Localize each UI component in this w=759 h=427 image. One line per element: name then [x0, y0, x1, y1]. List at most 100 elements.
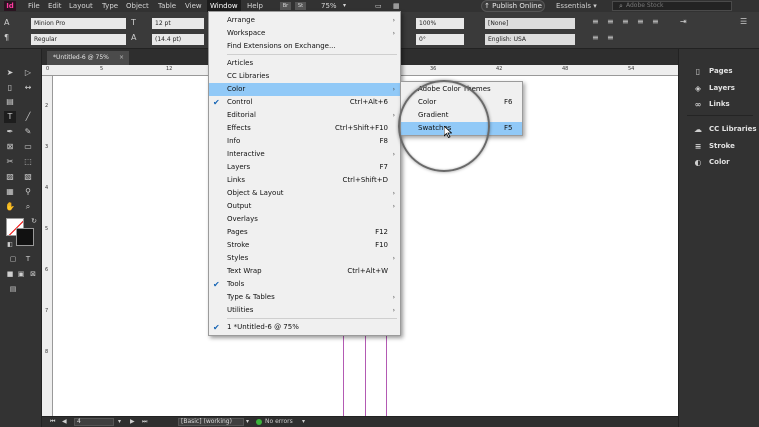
menu-layout[interactable]: Layout	[66, 0, 96, 12]
preflight-profile-field[interactable]: [Basic] (working)	[178, 418, 244, 426]
pen-tool-icon[interactable]: ✒	[4, 126, 16, 138]
vertical-ruler[interactable]: 2 3 4 5 6 7 8	[42, 76, 53, 416]
font-family-field[interactable]: Minion Pro	[31, 18, 126, 29]
rectangle-tool-icon[interactable]: ▭	[22, 141, 34, 153]
close-icon[interactable]: ×	[119, 51, 124, 65]
align-center-icon[interactable]: ≡	[607, 17, 614, 27]
chevron-down-icon[interactable]: ▾	[118, 417, 121, 427]
panel-menu-icon[interactable]: ☰	[740, 17, 747, 27]
window-menu-links[interactable]: Links Ctrl+Shift+D	[209, 174, 400, 187]
window-menu-info[interactable]: Info F8	[209, 135, 400, 148]
leading-field[interactable]: (14.4 pt)	[152, 34, 204, 45]
menu-object[interactable]: Object	[123, 0, 152, 12]
page-number-field[interactable]: 4	[74, 418, 114, 426]
align-left-icon[interactable]: ≡	[592, 17, 599, 27]
free-transform-tool-icon[interactable]: ⬚	[22, 156, 34, 168]
document-tab[interactable]: *Untitled-6 @ 75% ×	[47, 51, 129, 65]
window-menu-interactive[interactable]: Interactive ›	[209, 148, 400, 161]
stock-search-input[interactable]: Adobe Stock	[612, 1, 732, 11]
paragraph-mode-icon[interactable]: ¶	[4, 33, 9, 43]
window-menu-editorial[interactable]: Editorial ›	[209, 109, 400, 122]
apply-gradient-icon[interactable]: ▣	[15, 268, 27, 280]
window-menu-effects[interactable]: Effects Ctrl+Shift+F10	[209, 122, 400, 135]
character-mode-icon[interactable]: A	[4, 18, 9, 28]
horizontal-scale-field[interactable]: 100%	[416, 18, 464, 29]
menu-type[interactable]: Type	[99, 0, 121, 12]
window-menu-overlays[interactable]: Overlays	[209, 213, 400, 226]
next-page-icon[interactable]: ▶	[130, 417, 135, 427]
page-tool-icon[interactable]: ▯	[4, 82, 16, 94]
stroke-swatch[interactable]	[16, 228, 34, 246]
direct-selection-tool-icon[interactable]: ▷	[22, 67, 34, 79]
first-page-icon[interactable]: ⏮	[50, 417, 55, 427]
pencil-tool-icon[interactable]: ✎	[22, 126, 34, 138]
window-menu-output[interactable]: Output ›	[209, 200, 400, 213]
window-menu-find-extensions[interactable]: Find Extensions on Exchange...	[209, 40, 400, 53]
dock-item-pages[interactable]: ▯ Pages	[679, 64, 759, 79]
font-style-field[interactable]: Regular	[31, 34, 126, 45]
dock-item-layers[interactable]: ◈ Layers	[679, 81, 759, 96]
line-tool-icon[interactable]: ╱	[22, 111, 34, 123]
dock-item-color[interactable]: ◐ Color	[679, 155, 759, 170]
window-menu-styles[interactable]: Styles ›	[209, 252, 400, 265]
window-menu-open-document[interactable]: ✔ 1 *Untitled-6 @ 75%	[209, 321, 400, 334]
window-menu-object-layout[interactable]: Object & Layout ›	[209, 187, 400, 200]
skew-field[interactable]: 0°	[416, 34, 464, 45]
eyedropper-tool-icon[interactable]: ⚲	[22, 186, 34, 198]
window-menu-text-wrap[interactable]: Text Wrap Ctrl+Alt+W	[209, 265, 400, 278]
window-menu-articles[interactable]: Articles	[209, 57, 400, 70]
zoom-tool-icon[interactable]: ⌕	[22, 201, 34, 213]
align-away-spine-icon[interactable]: ≡	[607, 33, 614, 43]
language-field[interactable]: English: USA	[485, 34, 575, 45]
prev-page-icon[interactable]: ◀	[62, 417, 67, 427]
window-menu-layers[interactable]: Layers F7	[209, 161, 400, 174]
bridge-badge[interactable]: Br	[280, 2, 291, 10]
gradient-feather-tool-icon[interactable]: ▧	[22, 171, 34, 183]
dock-item-stroke[interactable]: ≡ Stroke	[679, 139, 759, 154]
justify-icon[interactable]: ≡	[637, 17, 644, 27]
window-menu-workspace[interactable]: Workspace ›	[209, 27, 400, 40]
formatting-text-icon[interactable]: T	[22, 253, 34, 265]
window-menu-type-tables[interactable]: Type & Tables ›	[209, 291, 400, 304]
content-collector-icon[interactable]: ▤	[4, 96, 16, 108]
indent-icon[interactable]: ⇥	[680, 17, 687, 27]
stock-badge[interactable]: St	[295, 2, 306, 10]
character-style-field[interactable]: [None]	[485, 18, 575, 29]
menu-edit[interactable]: Edit	[45, 0, 65, 12]
note-tool-icon[interactable]: ▦	[4, 186, 16, 198]
chevron-down-icon[interactable]: ▾	[302, 417, 305, 427]
dock-item-links[interactable]: ∞ Links	[679, 97, 759, 112]
swap-fill-stroke-icon[interactable]: ↻	[28, 215, 40, 227]
window-menu-arrange[interactable]: Arrange ›	[209, 14, 400, 27]
window-menu-tools[interactable]: ✔ Tools	[209, 278, 400, 291]
workspace-switcher[interactable]: Essentials ▾	[556, 0, 597, 12]
screen-mode-icon[interactable]: ▤	[7, 283, 19, 295]
rectangle-frame-tool-icon[interactable]: ⊠	[4, 141, 16, 153]
selection-tool-icon[interactable]: ➤	[4, 67, 16, 79]
dock-item-cc-libraries[interactable]: ☁ CC Libraries	[679, 122, 759, 137]
preflight-errors[interactable]: No errors	[265, 417, 293, 427]
window-menu-utilities[interactable]: Utilities ›	[209, 304, 400, 317]
publish-online-button[interactable]: ↑ Publish Online	[481, 0, 545, 12]
gap-tool-icon[interactable]: ↔	[22, 82, 34, 94]
window-menu-cc-libraries[interactable]: CC Libraries	[209, 70, 400, 83]
type-tool-icon[interactable]: T	[4, 111, 16, 123]
font-size-field[interactable]: 12 pt	[152, 18, 204, 29]
window-menu-control[interactable]: ✔ Control Ctrl+Alt+6	[209, 96, 400, 109]
window-menu-pages[interactable]: Pages F12	[209, 226, 400, 239]
menu-file[interactable]: File	[25, 0, 43, 12]
justify-all-icon[interactable]: ≡	[652, 17, 659, 27]
align-towards-spine-icon[interactable]: ≡	[592, 33, 599, 43]
last-page-icon[interactable]: ⏭	[142, 417, 147, 427]
apply-none-icon[interactable]: ⊠	[27, 268, 39, 280]
gradient-swatch-tool-icon[interactable]: ▨	[4, 171, 16, 183]
menu-view[interactable]: View	[182, 0, 205, 12]
window-menu-color[interactable]: Color ›	[209, 83, 400, 96]
formatting-container-icon[interactable]: ▢	[7, 253, 19, 265]
align-right-icon[interactable]: ≡	[622, 17, 629, 27]
window-menu-stroke[interactable]: Stroke F10	[209, 239, 400, 252]
chevron-down-icon[interactable]: ▾	[246, 417, 249, 427]
scissors-tool-icon[interactable]: ✂	[4, 156, 16, 168]
hand-tool-icon[interactable]: ✋	[4, 201, 16, 213]
default-fill-stroke-icon[interactable]: ◧	[4, 239, 16, 251]
